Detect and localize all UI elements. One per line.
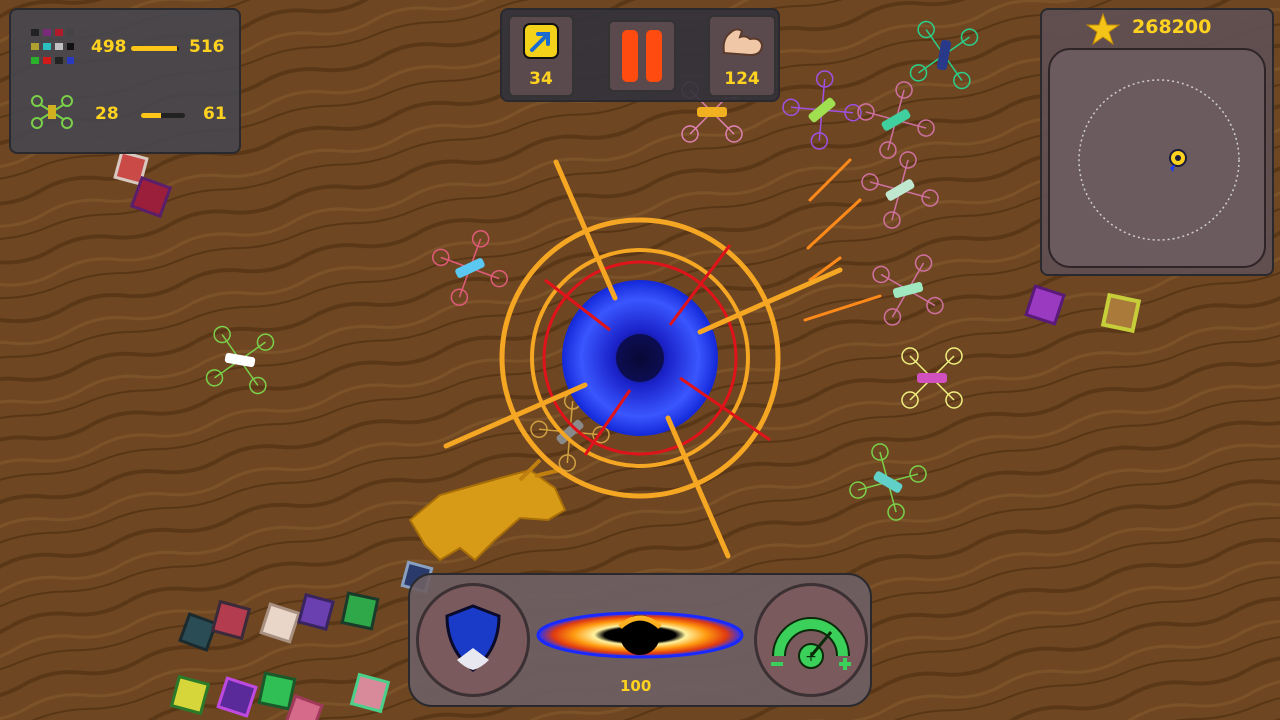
cube [210,599,252,641]
star-icon [1086,12,1120,46]
cube [1100,292,1142,334]
black-hole-ability[interactable] [535,597,745,669]
black-hole-value: 100 [620,677,652,695]
drones-max: 61 [203,104,227,124]
exit-count: 34 [529,69,553,89]
cube [169,674,211,716]
minimap[interactable] [1048,48,1266,268]
cube [349,672,391,714]
flexed-arm-icon [722,28,764,57]
ability-bar: 100 + [408,573,872,707]
power-count: 124 [724,69,760,89]
drones-current: 28 [95,104,119,124]
stats-panel: 498 516 28 61 [9,8,241,154]
cube [297,593,335,631]
pause-icon [622,30,662,82]
cubes-progress-bar [131,46,179,51]
speed-button[interactable]: + [754,583,868,697]
cube [340,591,380,631]
shield-button[interactable] [416,583,530,697]
svg-text:+: + [805,649,817,665]
drones-progress-fill [141,113,162,118]
minimap-panel: 268200 [1040,8,1274,276]
black-hole-icon [536,611,744,659]
minimap-view [1078,79,1240,241]
power-button[interactable]: 124 [708,15,776,97]
cubes-icon [31,29,74,64]
minimap-boundary [1078,79,1240,241]
cubes-progress-fill [131,46,178,51]
cubes-max: 516 [189,37,225,57]
pause-button[interactable] [608,20,676,92]
score-value: 268200 [1132,16,1212,38]
drone-icon [31,95,73,129]
shield-icon [445,604,501,672]
exit-arrow-icon [523,23,559,59]
speedometer-icon: + [771,617,851,670]
cubes-current: 498 [91,37,127,57]
exit-button[interactable]: 34 [508,15,574,97]
drones-progress-bar [141,113,185,118]
cube [257,671,297,711]
top-control-bar: 34 124 [500,8,780,102]
